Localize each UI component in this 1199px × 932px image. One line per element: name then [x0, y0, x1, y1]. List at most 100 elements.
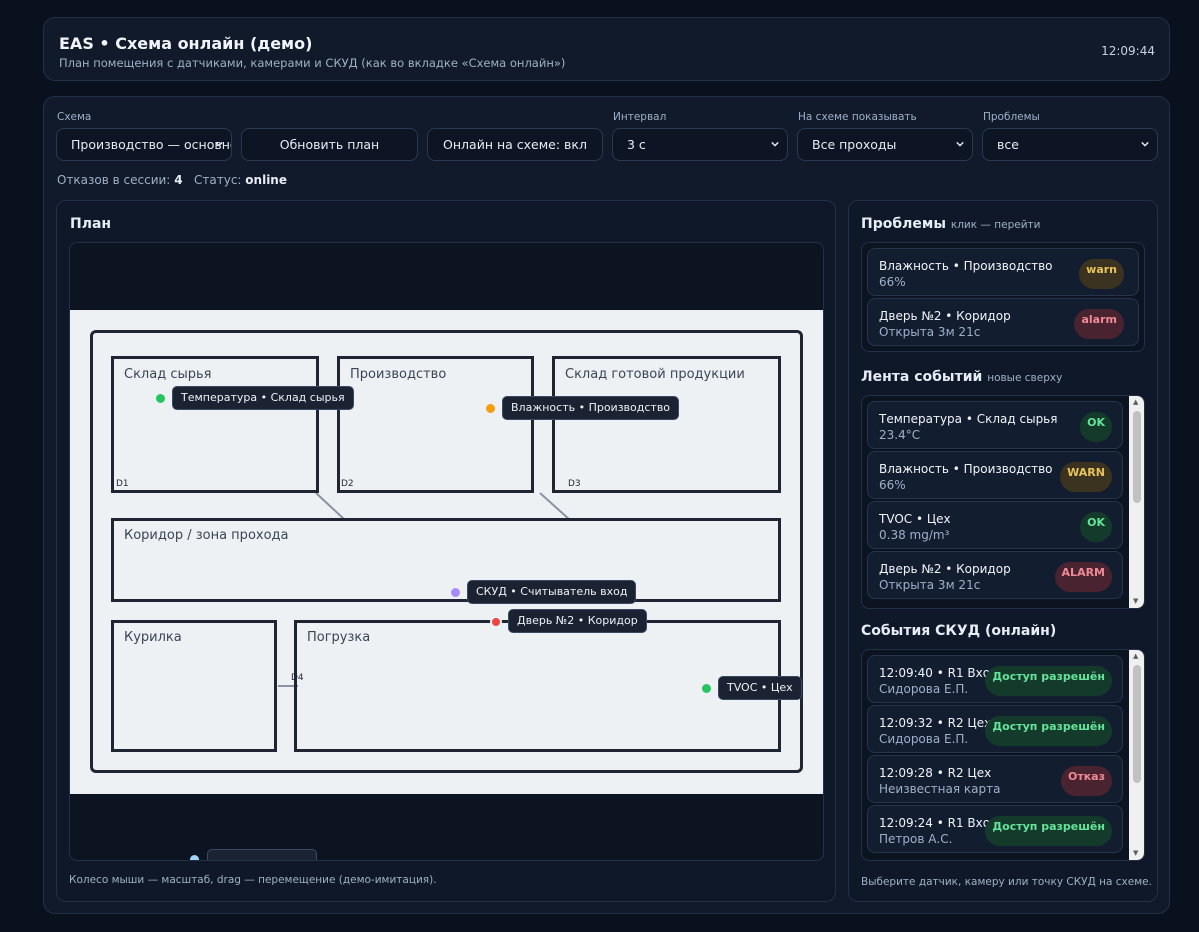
plan-hint: Колесо мыши — масштаб, drag — перемещени… — [69, 874, 437, 886]
problems-filter-value: все — [997, 137, 1019, 152]
skud-event-person: Неизвестная карта — [879, 782, 1001, 796]
status-badge: Доступ разрешён — [985, 716, 1112, 746]
skud-reader-marker[interactable] — [451, 588, 460, 597]
feed-item-title: Дверь №2 • Коридор — [879, 562, 1011, 576]
scheme-select-value: Производство — основной — [71, 137, 232, 152]
skud-event-title: 12:09:28 • R2 Цех — [879, 766, 992, 780]
status-label: Статус: — [194, 173, 242, 187]
status-badge: OK — [1080, 412, 1112, 442]
sensor-marker-tvoc[interactable] — [702, 684, 711, 693]
problems-filter-select[interactable]: все — [982, 128, 1158, 161]
plan-panel: План Склад сырья D1 Производство D2 Скла… — [56, 200, 836, 902]
marker-tooltip[interactable]: Дверь №2 • Коридор — [508, 609, 647, 633]
side-hint: Выберите датчик, камеру или точку СКУД н… — [861, 876, 1152, 888]
failures-count: 4 — [174, 173, 183, 187]
scroll-down-icon[interactable]: ▼ — [1133, 598, 1138, 605]
skud-scrollbar[interactable]: ▲ ▼ — [1129, 650, 1144, 860]
scroll-up-icon[interactable]: ▲ — [1133, 399, 1138, 406]
plan-title: План — [70, 216, 112, 232]
scheme-select[interactable]: Производство — основной — [56, 128, 232, 161]
marker-tooltip[interactable]: Влажность • Производство — [502, 396, 680, 420]
feed-list[interactable]: Температура • Склад сырья 23.4°C OK Влаж… — [861, 395, 1145, 609]
feed-item-title: TVOC • Цех — [879, 512, 951, 526]
show-on-scheme-select[interactable]: Все проходы — [797, 128, 973, 161]
skud-event[interactable]: 12:09:24 • R1 Вход Петров А.С. Доступ ра… — [867, 805, 1123, 853]
room-label: Производство — [350, 367, 447, 382]
feed-item-title: Влажность • Производство — [879, 462, 1053, 476]
sensor-marker-humidity[interactable] — [486, 404, 495, 413]
problems-subtitle: клик — перейти — [950, 219, 1041, 231]
chevron-down-icon — [1141, 141, 1149, 147]
status-badge: Доступ разрешён — [985, 816, 1112, 846]
main-panel: Схема Производство — основной Обновить п… — [43, 96, 1170, 914]
door-label: D4 — [291, 673, 304, 683]
problems-heading: Проблемы клик — перейти — [861, 216, 1040, 232]
app-title: EAS • Схема онлайн (демо) — [59, 34, 313, 53]
room-label: Коридор / зона прохода — [124, 528, 289, 543]
skud-event[interactable]: 12:09:32 • R2 Цех Сидорова Е.П. Доступ р… — [867, 705, 1123, 753]
scroll-down-icon[interactable]: ▼ — [1133, 850, 1138, 857]
plan-viewport[interactable]: Склад сырья D1 Производство D2 Склад гот… — [69, 242, 824, 861]
room-label: Склад готовой продукции — [565, 367, 745, 382]
sensor-marker-temperature[interactable] — [156, 394, 165, 403]
feed-title: Лента событий — [861, 369, 983, 385]
marker-tooltip[interactable]: Температура • Склад сырья — [172, 386, 354, 410]
skud-event[interactable]: 12:09:40 • R1 Вход Сидорова Е.П. Доступ … — [867, 655, 1123, 703]
skud-heading: События СКУД (онлайн) — [861, 623, 1056, 639]
skud-list[interactable]: 12:09:40 • R1 Вход Сидорова Е.П. Доступ … — [861, 649, 1145, 861]
marker-tooltip[interactable]: СКУД • Считыватель вход — [467, 580, 637, 604]
side-panel: Проблемы клик — перейти Влажность • Прои… — [848, 200, 1158, 902]
marker-tooltip[interactable]: TVOC • Цех — [718, 676, 802, 700]
feed-item-value: 0.38 mg/m³ — [879, 528, 950, 542]
room-label: Склад сырья — [124, 367, 212, 382]
status-badge: OK — [1080, 512, 1112, 542]
feed-item[interactable]: Влажность • Производство 66% WARN — [867, 451, 1123, 499]
problem-title: Влажность • Производство — [879, 259, 1053, 273]
problem-item[interactable]: Дверь №2 • Коридор Открыта 3м 21с alarm — [867, 298, 1139, 346]
feed-item-value: 23.4°C — [879, 428, 921, 442]
clock: 12:09:44 — [1101, 44, 1155, 58]
online-toggle-button[interactable]: Онлайн на схеме: вкл — [427, 128, 603, 161]
status-badge: WARN — [1060, 462, 1112, 492]
feed-item[interactable]: Дверь №2 • Коридор Открыта 3м 21с ALARM — [867, 551, 1123, 599]
status-badge: ALARM — [1054, 562, 1112, 592]
marker-tooltip-offscreen[interactable] — [207, 849, 317, 860]
camera-marker-offscreen[interactable] — [190, 855, 199, 860]
interval-select[interactable]: 3 с — [612, 128, 788, 161]
problem-item[interactable]: Влажность • Производство 66% warn — [867, 248, 1139, 296]
door-label: D1 — [116, 479, 129, 489]
feed-item-title: Температура • Склад сырья — [879, 412, 1058, 426]
room-label: Погрузка — [307, 630, 371, 645]
room-label: Курилка — [124, 630, 182, 645]
status-badge: Доступ разрешён — [985, 666, 1112, 696]
show-on-scheme-value: Все проходы — [812, 137, 897, 152]
status-badge: alarm — [1074, 309, 1124, 339]
door-marker-2[interactable] — [490, 616, 502, 628]
show-on-scheme-label: На схеме показывать — [798, 111, 917, 123]
plan-canvas[interactable]: Склад сырья D1 Производство D2 Склад гот… — [70, 310, 823, 794]
status-value: online — [245, 173, 287, 187]
interval-select-value: 3 с — [627, 137, 646, 152]
skud-event-title: 12:09:32 • R2 Цех — [879, 716, 992, 730]
scroll-thumb[interactable] — [1133, 665, 1141, 783]
skud-event-person: Петров А.С. — [879, 832, 953, 846]
problems-filter-label: Проблемы — [983, 111, 1040, 123]
refresh-plan-button[interactable]: Обновить план — [241, 128, 418, 161]
scheme-label: Схема — [57, 111, 92, 123]
status-badge: warn — [1079, 259, 1124, 289]
feed-heading: Лента событий новые сверху — [861, 369, 1062, 385]
header: EAS • Схема онлайн (демо) План помещения… — [43, 17, 1170, 81]
chevron-down-icon — [771, 141, 779, 147]
feed-item[interactable]: Температура • Склад сырья 23.4°C OK — [867, 401, 1123, 449]
skud-event-person: Сидорова Е.П. — [879, 682, 969, 696]
scroll-thumb[interactable] — [1133, 411, 1141, 503]
skud-title: События СКУД (онлайн) — [861, 623, 1057, 639]
feed-subtitle: новые сверху — [987, 372, 1063, 384]
session-stats: Отказов в сессии: 4 Статус: online — [57, 173, 287, 187]
skud-event[interactable]: 12:09:28 • R2 Цех Неизвестная карта Отка… — [867, 755, 1123, 803]
scroll-up-icon[interactable]: ▲ — [1133, 653, 1138, 660]
feed-item-value: 66% — [879, 478, 906, 492]
feed-item[interactable]: TVOC • Цех 0.38 mg/m³ OK — [867, 501, 1123, 549]
feed-scrollbar[interactable]: ▲ ▼ — [1129, 396, 1144, 608]
problems-title: Проблемы — [861, 216, 946, 232]
